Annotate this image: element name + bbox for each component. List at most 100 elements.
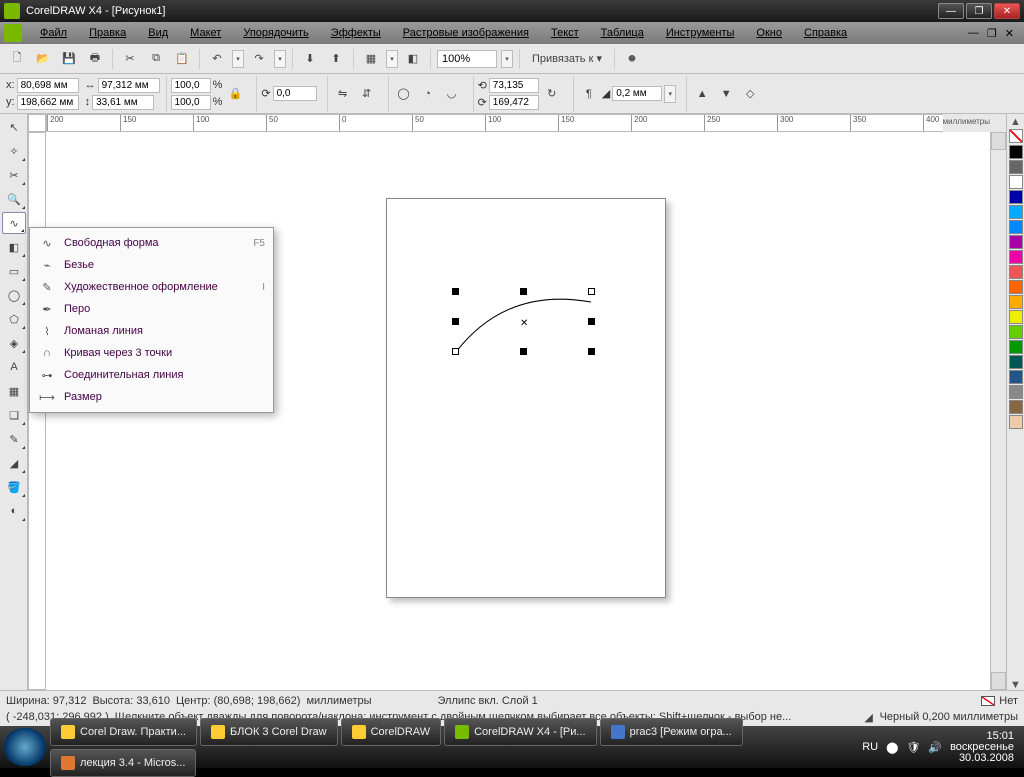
- polygon-tool[interactable]: ⬠: [2, 308, 26, 330]
- text-tool[interactable]: A: [2, 356, 26, 378]
- flyout-item[interactable]: ⟼Размер: [30, 386, 273, 408]
- close-button[interactable]: ✕: [994, 3, 1020, 19]
- outline-dropdown[interactable]: ▾: [664, 85, 676, 103]
- color-swatch[interactable]: [1009, 265, 1023, 279]
- pick-tool[interactable]: ↖: [2, 116, 26, 138]
- redo-dropdown[interactable]: ▾: [274, 50, 286, 68]
- color-swatch[interactable]: [1009, 160, 1023, 174]
- snap-menu[interactable]: Привязать к ▾: [526, 48, 608, 70]
- crop-tool[interactable]: ✂: [2, 164, 26, 186]
- ellipse-tool[interactable]: ◯: [2, 284, 26, 306]
- scale-x-input[interactable]: [171, 78, 211, 93]
- flyout-item[interactable]: ✒Перо: [30, 298, 273, 320]
- to-front-button[interactable]: ▲: [691, 83, 713, 105]
- mdi-minimize-icon[interactable]: —: [968, 27, 979, 40]
- color-swatch[interactable]: [1009, 280, 1023, 294]
- taskbar-item[interactable]: CorelDRAW: [341, 718, 442, 746]
- flyout-item[interactable]: ⌇Ломаная линия: [30, 320, 273, 342]
- open-button[interactable]: 📂: [32, 48, 54, 70]
- height-input[interactable]: [92, 95, 154, 110]
- color-swatch[interactable]: [1009, 325, 1023, 339]
- flyout-item[interactable]: ∩Кривая через 3 точки: [30, 342, 273, 364]
- basic-shapes-tool[interactable]: ◈: [2, 332, 26, 354]
- palette-scroll-up[interactable]: ▲: [1007, 116, 1024, 128]
- rectangle-tool[interactable]: ▭: [2, 260, 26, 282]
- tray-icon[interactable]: 🛡: [906, 741, 920, 754]
- mdi-close-icon[interactable]: ✕: [1005, 27, 1014, 40]
- color-swatch[interactable]: [1009, 175, 1023, 189]
- zoom-input[interactable]: [437, 50, 497, 68]
- vertical-scrollbar[interactable]: [990, 132, 1006, 690]
- convert-curves-button[interactable]: ◇: [739, 83, 761, 105]
- arc-direction-button[interactable]: ↻: [541, 83, 563, 105]
- ruler-origin[interactable]: [28, 114, 46, 132]
- color-swatch[interactable]: [1009, 295, 1023, 309]
- menu-layout[interactable]: Макет: [180, 25, 231, 41]
- flyout-item[interactable]: ⊶Соединительная линия: [30, 364, 273, 386]
- menu-window[interactable]: Окно: [746, 25, 792, 41]
- to-back-button[interactable]: ▼: [715, 83, 737, 105]
- outline-tool[interactable]: ◢: [2, 452, 26, 474]
- arc-button[interactable]: ◡: [441, 83, 463, 105]
- undo-dropdown[interactable]: ▾: [232, 50, 244, 68]
- color-swatch[interactable]: [1009, 235, 1023, 249]
- import-button[interactable]: ⬇: [299, 48, 321, 70]
- menu-arrange[interactable]: Упорядочить: [233, 25, 318, 41]
- app-menu-icon[interactable]: [4, 24, 22, 42]
- tray-icon[interactable]: ⬤: [886, 741, 898, 754]
- cut-button[interactable]: ✂: [119, 48, 141, 70]
- swatch-none[interactable]: [1009, 129, 1023, 143]
- shape-tool[interactable]: ✧: [2, 140, 26, 162]
- color-swatch[interactable]: [1009, 145, 1023, 159]
- start-button[interactable]: [4, 728, 46, 766]
- scale-y-input[interactable]: [171, 95, 211, 110]
- taskbar-item[interactable]: лекция 3.4 - Micros...: [50, 749, 196, 777]
- flyout-item[interactable]: ✎Художественное оформлениеI: [30, 276, 273, 298]
- menu-effects[interactable]: Эффекты: [321, 25, 391, 41]
- color-swatch[interactable]: [1009, 385, 1023, 399]
- outline-indicator-icon[interactable]: ◢: [858, 706, 880, 728]
- color-swatch[interactable]: [1009, 400, 1023, 414]
- new-button[interactable]: 🗋: [6, 48, 28, 70]
- taskbar-item[interactable]: prac3 [Режим огра...: [600, 718, 743, 746]
- taskbar-item[interactable]: БЛОК 3 Corel Draw: [200, 718, 338, 746]
- outline-width-input[interactable]: [612, 86, 662, 101]
- color-swatch[interactable]: [1009, 355, 1023, 369]
- app-launcher-button[interactable]: ▦: [360, 48, 382, 70]
- smart-fill-tool[interactable]: ◧: [2, 236, 26, 258]
- menu-file[interactable]: Файл: [30, 25, 77, 41]
- interactive-tool[interactable]: ❏: [2, 404, 26, 426]
- color-swatch[interactable]: [1009, 340, 1023, 354]
- mirror-v-button[interactable]: ⇵: [356, 83, 378, 105]
- pie-button[interactable]: ◔: [417, 83, 439, 105]
- app-launcher-dropdown[interactable]: ▾: [386, 50, 398, 68]
- redo-button[interactable]: ↷: [248, 48, 270, 70]
- save-button[interactable]: 💾: [58, 48, 80, 70]
- flyout-item[interactable]: ∿Свободная формаF5: [30, 232, 273, 254]
- color-swatch[interactable]: [1009, 250, 1023, 264]
- wrap-text-button[interactable]: ¶: [578, 83, 600, 105]
- maximize-button[interactable]: ❐: [966, 3, 992, 19]
- pos-y-input[interactable]: [17, 95, 79, 110]
- menu-view[interactable]: Вид: [138, 25, 178, 41]
- menu-edit[interactable]: Правка: [79, 25, 136, 41]
- menu-bitmaps[interactable]: Растровые изображения: [393, 25, 539, 41]
- mirror-h-button[interactable]: ⇋: [332, 83, 354, 105]
- color-swatch[interactable]: [1009, 415, 1023, 429]
- freehand-tool[interactable]: ∿: [2, 212, 26, 234]
- pos-x-input[interactable]: [17, 78, 79, 93]
- rotation-center-icon[interactable]: ✕: [520, 318, 528, 329]
- color-swatch[interactable]: [1009, 370, 1023, 384]
- eyedropper-tool[interactable]: ✎: [2, 428, 26, 450]
- menu-tools[interactable]: Инструменты: [656, 25, 745, 41]
- arc-start-input[interactable]: [489, 78, 539, 93]
- menu-text[interactable]: Текст: [541, 25, 589, 41]
- arc-end-input[interactable]: [489, 95, 539, 110]
- lock-ratio-button[interactable]: 🔒: [224, 83, 246, 105]
- copy-button[interactable]: ⧉: [145, 48, 167, 70]
- interactive-fill-tool[interactable]: ◐: [2, 500, 26, 522]
- ellipse-button[interactable]: ◯: [393, 83, 415, 105]
- horizontal-ruler[interactable]: 20015010050050100150200250300350400: [46, 114, 990, 132]
- taskbar-item[interactable]: Corel Draw. Практи...: [50, 718, 197, 746]
- tray-icon[interactable]: 🔊: [928, 741, 942, 754]
